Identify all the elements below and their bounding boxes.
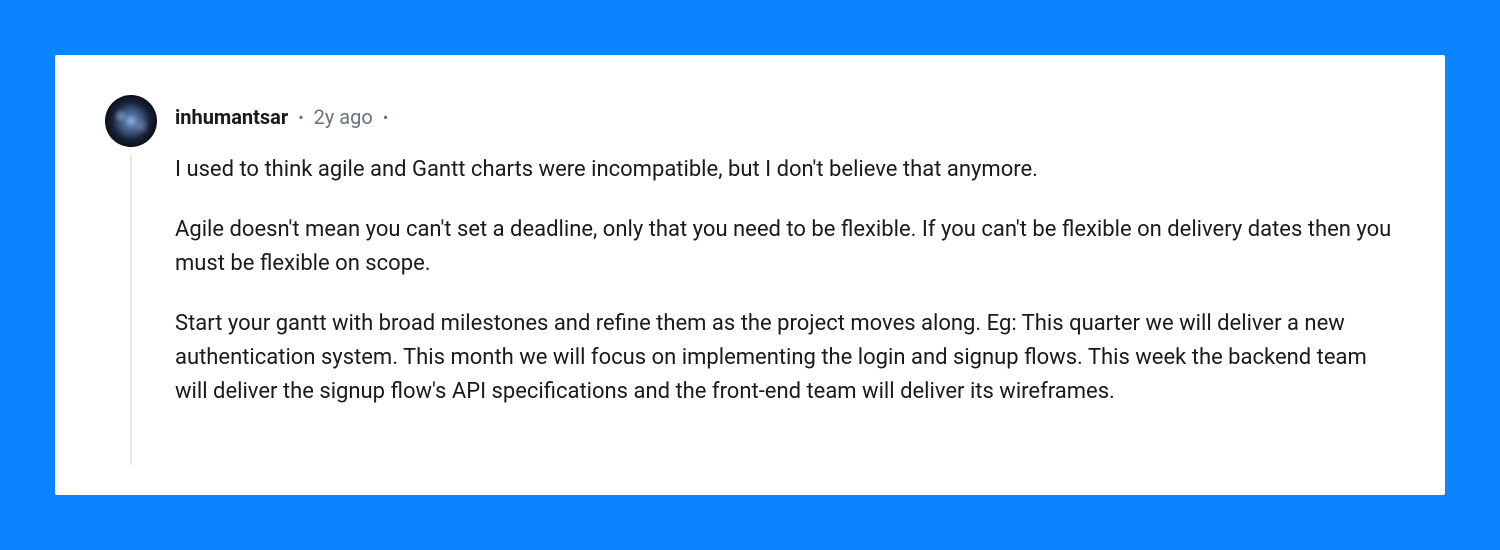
comment-content: inhumantsar • 2y ago • I used to think a…	[175, 95, 1395, 410]
comment-paragraph: I used to think agile and Gantt charts w…	[175, 153, 1395, 187]
separator-dot: •	[298, 108, 303, 127]
avatar[interactable]	[105, 95, 157, 147]
comment-card: inhumantsar • 2y ago • I used to think a…	[55, 55, 1445, 495]
username-link[interactable]: inhumantsar	[175, 105, 288, 129]
thread-column	[105, 95, 157, 465]
separator-dot: •	[383, 108, 388, 127]
comment-paragraph: Start your gantt with broad milestones a…	[175, 307, 1395, 409]
comment-body: I used to think agile and Gantt charts w…	[175, 153, 1395, 410]
thread-line[interactable]	[130, 155, 132, 465]
comment-paragraph: Agile doesn't mean you can't set a deadl…	[175, 213, 1395, 281]
comment-meta: inhumantsar • 2y ago •	[175, 105, 1395, 129]
timestamp: 2y ago	[314, 105, 373, 129]
